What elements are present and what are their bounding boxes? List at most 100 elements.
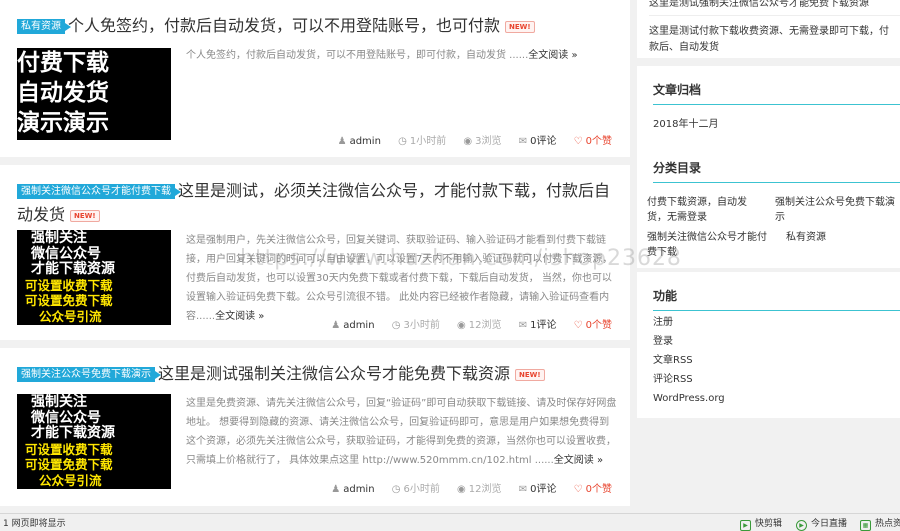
new-badge: NEW! <box>515 369 545 381</box>
excerpt-text: 个人免签约，付款后自动发货，可以不用登陆账号，即可付款，自动发货 ...... <box>186 50 529 61</box>
news-icon: ▦ <box>860 520 871 531</box>
user-icon: ♟ <box>337 136 347 147</box>
sidebar-archive-widget: 文章归档 2018年十二月 <box>637 66 900 150</box>
post-thumbnail[interactable]: 强制关注 微信公众号 才能下载资源 可设置收费下载 可设置免费下载 公众号引流 <box>17 230 171 325</box>
post-title-row: 私有资源 个人免签约，付款后自动发货，可以不用登陆账号，也可付款 NEW! <box>17 14 612 38</box>
post-title[interactable]: 个人免签约，付款后自动发货，可以不用登陆账号，也可付款 <box>68 16 500 35</box>
recent-post-link[interactable]: 这里是测试付款下载收费资源、无需登录即可下载，付款后、自动发货 <box>649 24 896 56</box>
post-thumbnail[interactable]: 强制关注 微信公众号 才能下载资源 可设置收费下载 可设置免费下载 公众号引流 <box>17 394 171 489</box>
thumb-line: 演示演示 <box>17 110 109 136</box>
thumb-line: 自动发货 <box>17 80 109 106</box>
read-more-link[interactable]: 全文阅读 » <box>215 311 264 322</box>
eye-icon: ◉ <box>457 320 466 331</box>
thumb-line: 可设置收费下载 <box>25 277 113 293</box>
heart-icon: ♡ <box>573 320 583 331</box>
thumb-line: 才能下载资源 <box>31 261 115 277</box>
post-likes[interactable]: 0个赞 <box>586 484 612 495</box>
clock-icon: ◷ <box>391 484 401 495</box>
widget-title-underline <box>653 104 900 105</box>
eye-icon: ◉ <box>463 136 473 147</box>
post-views: 12浏览 <box>468 320 502 331</box>
heart-icon: ♡ <box>573 484 583 495</box>
function-link-wordpress[interactable]: WordPress.org <box>653 391 725 407</box>
widget-title-underline <box>653 310 900 311</box>
thumb-line: 公众号引流 <box>39 308 102 324</box>
post-time: 6小时前 <box>403 484 440 495</box>
category-link[interactable]: 付费下载资源，自动发货，无需登录 <box>647 195 765 225</box>
post-card: 私有资源 个人免签约，付款后自动发货，可以不用登陆账号，也可付款 NEW! 付费下载… <box>0 0 630 157</box>
category-link[interactable]: 强制关注公众号免费下载演示 <box>775 195 899 225</box>
widget-title-underline <box>653 182 900 183</box>
post-time: 1小时前 <box>409 136 447 147</box>
thumb-line: 强制关注 <box>31 394 87 410</box>
thumb-line: 才能下载资源 <box>31 425 115 441</box>
new-badge: NEW! <box>505 21 535 33</box>
thumb-line: 微信公众号 <box>31 409 101 426</box>
category-link[interactable]: 私有资源 <box>786 230 826 246</box>
archive-link[interactable]: 2018年十二月 <box>653 117 718 133</box>
post-author[interactable]: admin <box>343 320 374 331</box>
post-meta: ♟ admin ◷ 6小时前 ◉ 12浏览 ✉ 0评论 ♡ 0个赞 <box>317 480 612 495</box>
user-icon: ♟ <box>331 484 341 495</box>
widget-title: 文章归档 <box>653 83 702 97</box>
thumb-line: 微信公众号 <box>31 245 101 262</box>
clock-icon: ◷ <box>398 136 407 147</box>
user-icon: ♟ <box>331 320 341 331</box>
post-comments[interactable]: 0评论 <box>530 136 556 147</box>
status-text: 1 网页即将显示 <box>3 519 66 529</box>
post-likes[interactable]: 0个赞 <box>586 136 612 147</box>
thumb-line: 可设置免费下载 <box>25 457 113 472</box>
excerpt-text: 这里是免费资源、请先关注微信公众号，回复“验证码”即可自动获取下载链接、请及时保… <box>186 398 617 466</box>
divider <box>649 15 900 16</box>
post-likes[interactable]: 0个赞 <box>586 320 612 331</box>
post-author[interactable]: admin <box>343 484 374 495</box>
live-icon: ▶ <box>796 520 807 531</box>
comment-icon: ✉ <box>518 320 528 331</box>
play-icon: ▶ <box>740 520 751 531</box>
post-card: 强制关注公众号免费下载演示 这里是测试强制关注微信公众号才能免费下载资源 NEW! … <box>0 348 630 506</box>
recent-post-link[interactable]: 这里是测试强制关注微信公众号才能免费下载资源 <box>649 0 894 12</box>
thumb-line: 强制关注 <box>31 230 87 246</box>
eye-icon: ◉ <box>457 484 466 495</box>
post-views: 3浏览 <box>475 136 502 147</box>
post-title-row: 强制关注公众号免费下载演示 这里是测试强制关注微信公众号才能免费下载资源 NEW! <box>17 362 612 386</box>
post-title[interactable]: 这里是测试强制关注微信公众号才能免费下载资源 <box>158 364 510 383</box>
category-badge[interactable]: 强制关注微信公众号才能付费下载 <box>17 184 181 199</box>
read-more-link[interactable]: 全文阅读 » <box>528 50 577 61</box>
new-badge: NEW! <box>70 210 100 222</box>
thumb-line: 可设置免费下载 <box>25 293 113 308</box>
post-excerpt: 个人免签约，付款后自动发货，可以不用登陆账号，即可付款，自动发货 ......全… <box>186 46 618 65</box>
status-item-label: 今日直播 <box>811 519 848 529</box>
post-author[interactable]: admin <box>350 136 381 147</box>
post-meta: ♟ admin ◷ 3小时前 ◉ 12浏览 ✉ 1评论 ♡ 0个赞 <box>317 316 612 331</box>
heart-icon: ♡ <box>573 136 583 147</box>
thumb-line: 公众号引流 <box>39 472 102 488</box>
function-link-posts-rss[interactable]: 文章RSS <box>653 353 693 369</box>
post-meta: ♟ admin ◷ 1小时前 ◉ 3浏览 ✉ 0评论 ♡ 0个赞 <box>324 132 612 147</box>
clock-icon: ◷ <box>391 320 401 331</box>
post-comments[interactable]: 1评论 <box>530 320 556 331</box>
sidebar-recent-widget: 这里是测试强制关注微信公众号才能免费下载资源 这里是测试付款下载收费资源、无需登… <box>637 0 900 58</box>
post-title-row: 强制关注微信公众号才能付费下载 这里是测试，必须关注微信公众号，才能付款下载，付款… <box>17 179 612 227</box>
widget-title: 功能 <box>653 289 678 303</box>
widget-title: 分类目录 <box>653 161 702 175</box>
browser-status-bar: 1 网页即将显示 ▶ 快剪辑 ▶ 今日直播 ▦ 热点资讯 <box>0 513 900 531</box>
post-comments[interactable]: 0评论 <box>530 484 556 495</box>
function-link-login[interactable]: 登录 <box>653 334 673 350</box>
category-badge[interactable]: 强制关注公众号免费下载演示 <box>17 367 161 382</box>
read-more-link[interactable]: 全文阅读 » <box>554 455 603 466</box>
function-link-register[interactable]: 注册 <box>653 315 673 331</box>
category-badge[interactable]: 私有资源 <box>17 19 71 34</box>
comment-icon: ✉ <box>518 484 528 495</box>
watermark: https://www.huzhan.com/ishop23628 <box>240 246 682 271</box>
post-time: 3小时前 <box>403 320 440 331</box>
function-link-comments-rss[interactable]: 评论RSS <box>653 372 693 388</box>
post-views: 12浏览 <box>468 484 502 495</box>
post-excerpt: 这里是免费资源、请先关注微信公众号，回复“验证码”即可自动获取下载链接、请及时保… <box>186 394 618 470</box>
post-thumbnail[interactable]: 付费下载 自动发货 演示演示 <box>17 48 171 140</box>
status-item-label: 热点资讯 <box>875 519 900 529</box>
thumb-line: 可设置收费下载 <box>25 441 113 457</box>
thumb-line: 付费下载 <box>17 50 109 76</box>
comment-icon: ✉ <box>518 136 528 147</box>
sidebar-functions-widget: 功能 注册 登录 文章RSS 评论RSS WordPress.org <box>637 272 900 418</box>
